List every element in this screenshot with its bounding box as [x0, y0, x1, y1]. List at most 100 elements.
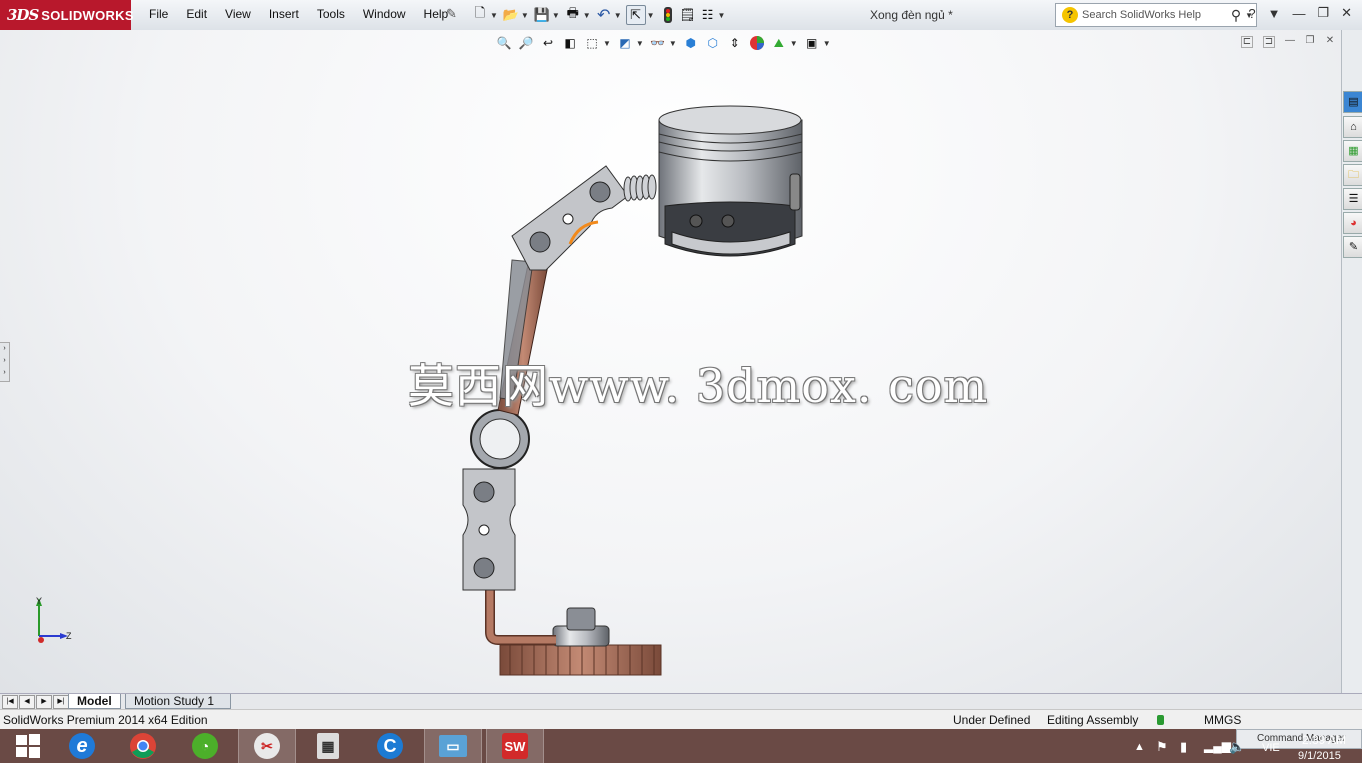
status-bar: SolidWorks Premium 2014 x64 Edition Unde… — [0, 709, 1362, 730]
standard-toolbar: 🗋 ▼ 📂 ▼ 💾 ▼ 🖶 ▼ ↶ ▼ ⇱ ▼ 🗒 ☷ ▼ — [470, 4, 728, 26]
volume-icon[interactable]: 🔈 — [1229, 739, 1245, 755]
doc-close-icon[interactable]: ✕ — [1325, 36, 1335, 46]
calculator-icon: ▦ — [317, 733, 339, 759]
taskbar-internet-explorer[interactable]: e — [54, 729, 110, 763]
first-tab-arrow-icon[interactable]: |◀ — [2, 695, 18, 709]
document-window-controls: ⊏ ⊐ — ❐ ✕ — [1236, 36, 1340, 48]
design-library-icon[interactable]: ▦ — [1343, 140, 1362, 162]
cube-blue-icon[interactable]: ⬢ — [682, 34, 700, 52]
view-settings-icon[interactable]: ▣ — [803, 34, 821, 52]
perspective-icon[interactable]: ⇕ — [726, 34, 744, 52]
cube-outline-icon[interactable]: ⬡ — [704, 34, 722, 52]
search-box[interactable]: ? Search SolidWorks Help ⚲ ▼ — [1055, 3, 1257, 27]
tab-scroll-arrows: |◀ ◀ ▶ ▶| — [2, 695, 70, 709]
print-icon[interactable]: 🖶 — [564, 5, 582, 24]
previous-view-icon[interactable]: ↩ — [539, 34, 557, 52]
home-icon[interactable]: ⌂ — [1343, 116, 1362, 138]
status-edition: SolidWorks Premium 2014 x64 Edition — [3, 713, 208, 727]
doc-restore-icon[interactable]: ❐ — [1305, 36, 1315, 46]
close-icon[interactable]: ✕ — [1341, 5, 1352, 21]
zoom-to-fit-icon[interactable]: 🔍 — [495, 34, 513, 52]
input-language[interactable]: VIE — [1262, 742, 1280, 754]
apply-scene-icon[interactable]: ⛰ — [770, 34, 788, 52]
tab-motion-study[interactable]: Motion Study 1 — [125, 694, 231, 709]
menu-file[interactable]: File — [140, 7, 177, 21]
restore-icon[interactable]: ❐ — [1317, 5, 1329, 21]
network-signal-icon[interactable]: ▂▄▆ — [1204, 739, 1231, 753]
taskbar-chrome[interactable] — [115, 729, 171, 763]
doc-minimize-icon[interactable]: — — [1285, 36, 1295, 46]
status-definition: Under Defined — [953, 713, 1031, 727]
taskbar-paint-tool[interactable]: ✂ — [238, 729, 296, 763]
taskbar-greenshot[interactable]: ◔ — [177, 729, 233, 763]
ds-logo-mark: 3DS — [7, 6, 39, 24]
menu-edit[interactable]: Edit — [177, 7, 216, 21]
menu-insert[interactable]: Insert — [260, 7, 308, 21]
pin-menu-icon[interactable]: ✎ — [446, 6, 457, 22]
next-tab-arrow-icon[interactable]: ▶ — [36, 695, 52, 709]
open-icon[interactable]: 📂 — [502, 6, 520, 24]
solidworks-resources-icon[interactable]: ▤ — [1343, 91, 1362, 113]
view-palette-icon[interactable]: ☰ — [1343, 188, 1362, 210]
heads-up-view-toolbar: 🔍 🔎 ↩ ◧ ⬚ ▼ ◩ ▼ 👓 ▼ ⬢ ⬡ ⇕ ⛰ ▼ ▣ ▼ — [495, 34, 831, 52]
taskbar-solidworks[interactable]: SW — [486, 729, 544, 763]
solidworks-logo[interactable]: 3DS SOLIDWORKS — [0, 0, 134, 30]
app-name: SOLIDWORKS — [41, 7, 134, 23]
menu-tools[interactable]: Tools — [308, 7, 354, 21]
prev-tab-arrow-icon[interactable]: ◀ — [19, 695, 35, 709]
clock-time[interactable]: 2:39 AM — [1302, 733, 1346, 747]
document-title: Xong đèn ngủ * — [870, 8, 953, 22]
ccleaner-icon: C — [377, 733, 403, 759]
menu-view[interactable]: View — [216, 7, 260, 21]
paint-tool-icon: ✂ — [254, 733, 280, 759]
hide-show-items-icon[interactable]: 👓 — [649, 34, 667, 52]
photo-viewer-icon: ▭ — [439, 735, 467, 757]
feature-manager-expand-handle[interactable]: › › › — [0, 342, 10, 382]
tile-left-icon[interactable]: ⊏ — [1241, 36, 1253, 48]
appearances-icon[interactable]: ◕ — [1343, 212, 1362, 234]
undo-icon[interactable]: ↶ — [595, 6, 613, 24]
save-icon[interactable]: 💾 — [533, 6, 551, 24]
start-button[interactable] — [0, 729, 56, 763]
status-mode: Editing Assembly — [1047, 713, 1139, 727]
select-icon[interactable]: ⇱ — [625, 5, 646, 25]
triad-y-label: Y — [36, 596, 42, 606]
view-orientation-icon[interactable]: ⬚ — [583, 34, 601, 52]
chrome-icon — [130, 733, 156, 759]
taskbar-ccleaner[interactable]: C — [362, 729, 418, 763]
menu-window[interactable]: Window — [354, 7, 415, 21]
window-controls: ? ▼ — ❐ ✕ — [1242, 5, 1358, 21]
tile-right-icon[interactable]: ⊐ — [1263, 36, 1275, 48]
file-properties-icon[interactable]: 🗒 — [679, 6, 697, 24]
rebuild-icon[interactable] — [659, 6, 677, 24]
greenshot-icon: ◔ — [192, 733, 218, 759]
display-style-icon[interactable]: ◩ — [616, 34, 634, 52]
solidworks-taskbar-icon: SW — [502, 733, 528, 759]
minimize-icon[interactable]: — — [1292, 6, 1305, 21]
help-menu-icon[interactable]: ? — [1248, 6, 1255, 21]
windows-logo-icon — [16, 734, 40, 758]
edit-appearance-icon[interactable] — [748, 34, 766, 52]
clock-date[interactable]: 9/1/2015 — [1298, 750, 1341, 762]
last-tab-arrow-icon[interactable]: ▶| — [53, 695, 69, 709]
show-hidden-icons[interactable]: ▲ — [1134, 741, 1145, 753]
watermark-text: 莫西网www. 3dmox. com — [408, 359, 989, 413]
file-explorer-icon[interactable]: 🗀 — [1343, 164, 1362, 186]
search-icon[interactable]: ⚲ — [1231, 7, 1241, 24]
new-document-icon[interactable]: 🗋 — [471, 5, 489, 24]
taskbar-calculator[interactable]: ▦ — [300, 729, 356, 763]
tab-model[interactable]: Model — [68, 694, 121, 709]
options-icon[interactable]: ☷ — [699, 6, 717, 24]
zoom-to-area-icon[interactable]: 🔎 — [517, 34, 535, 52]
battery-icon[interactable]: ▮ — [1180, 739, 1187, 755]
action-center-flag-icon[interactable]: ⚑ — [1156, 739, 1168, 755]
rebuild-status-icon[interactable] — [1157, 714, 1164, 728]
status-units[interactable]: MMGS — [1204, 713, 1241, 727]
menu-bar: File Edit View Insert Tools Window Help — [140, 7, 457, 21]
chevron-down-icon[interactable]: ▼ — [1268, 6, 1281, 21]
section-view-icon[interactable]: ◧ — [561, 34, 579, 52]
taskbar-photo-viewer[interactable]: ▭ — [424, 729, 482, 763]
internet-explorer-icon: e — [69, 733, 95, 759]
search-input[interactable]: Search SolidWorks Help — [1082, 9, 1231, 21]
custom-properties-icon[interactable]: ✎ — [1343, 236, 1362, 258]
